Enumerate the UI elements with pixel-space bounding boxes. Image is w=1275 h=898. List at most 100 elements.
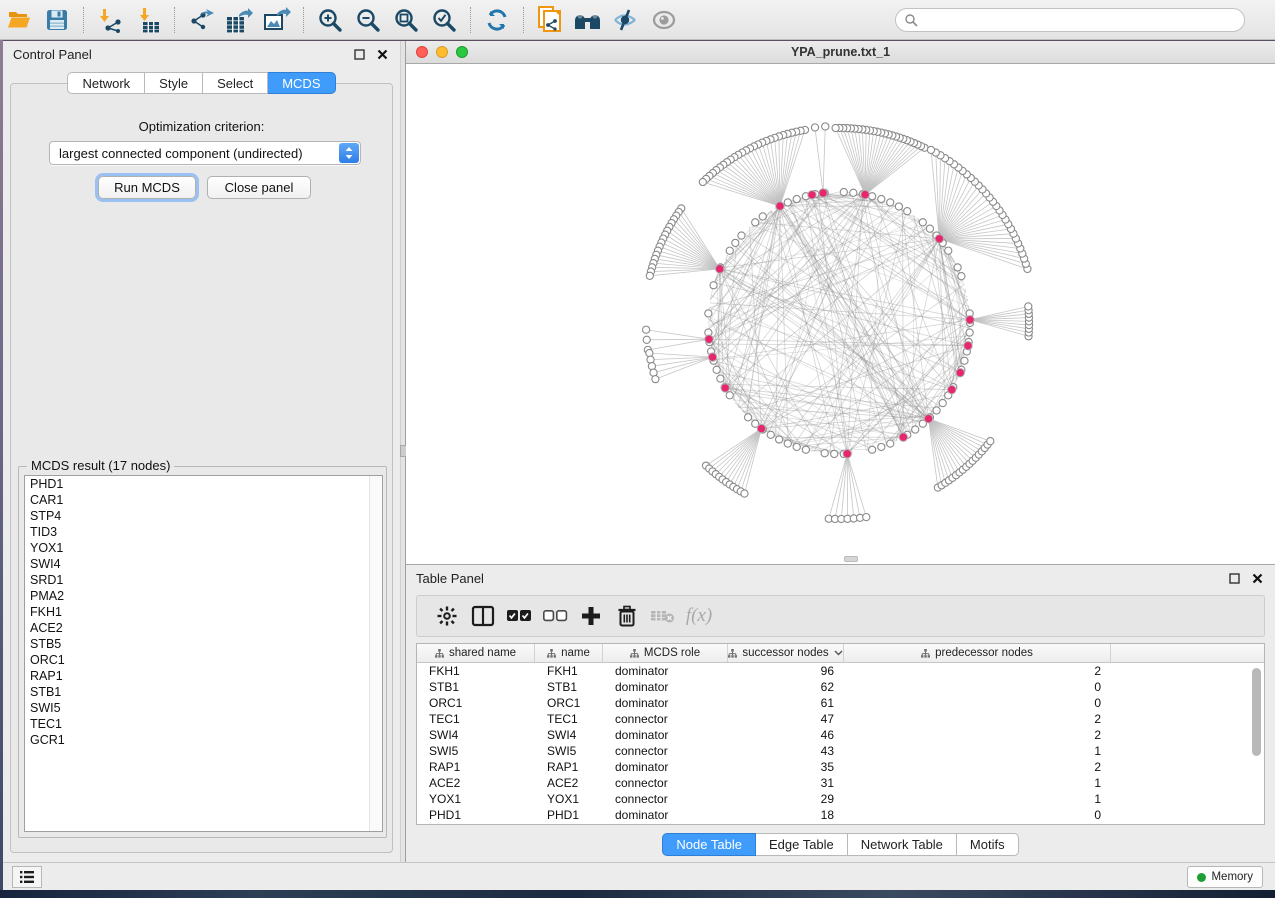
share-document-button[interactable]: [531, 3, 569, 37]
save-session-button[interactable]: [38, 3, 76, 37]
network-node[interactable]: [710, 282, 717, 289]
leaf-node[interactable]: [832, 124, 839, 131]
scrollbar-thumb[interactable]: [1252, 668, 1261, 756]
network-node[interactable]: [732, 239, 739, 246]
criterion-dropdown[interactable]: largest connected component (undirected): [49, 141, 361, 165]
search-network-button[interactable]: [569, 3, 607, 37]
apply-layout-button[interactable]: [478, 3, 516, 37]
network-node[interactable]: [869, 446, 876, 453]
table-row[interactable]: ACE2ACE2connector311: [417, 775, 1264, 791]
mcds-hub-node[interactable]: [716, 265, 724, 273]
network-node[interactable]: [831, 450, 838, 457]
leaf-node[interactable]: [647, 356, 654, 363]
tab-edge-table[interactable]: Edge Table: [756, 833, 848, 856]
mcds-hub-node[interactable]: [776, 202, 784, 210]
hide-selected-button[interactable]: [607, 3, 645, 37]
mcds-result-item[interactable]: ACE2: [25, 620, 382, 636]
network-node[interactable]: [887, 199, 894, 206]
tab-select[interactable]: Select: [203, 72, 268, 94]
mcds-hub-node[interactable]: [721, 384, 729, 392]
tab-network[interactable]: Network: [67, 72, 145, 94]
table-row[interactable]: STB1STB1dominator620: [417, 679, 1264, 695]
network-window-titlebar[interactable]: YPA_prune.txt_1: [406, 41, 1275, 64]
table-row[interactable]: PHD1PHD1dominator180: [417, 807, 1264, 823]
run-mcds-button[interactable]: Run MCDS: [98, 176, 196, 199]
network-node[interactable]: [767, 431, 774, 438]
tab-network-table[interactable]: Network Table: [848, 833, 957, 856]
mcds-result-item[interactable]: SWI4: [25, 556, 382, 572]
export-image-button[interactable]: [258, 3, 296, 37]
leaf-node[interactable]: [699, 178, 706, 185]
network-node[interactable]: [744, 414, 751, 421]
mcds-hub-node[interactable]: [924, 414, 932, 422]
mcds-result-item[interactable]: SRD1: [25, 572, 382, 588]
leaf-node[interactable]: [927, 146, 934, 153]
mcds-result-item[interactable]: RAP1: [25, 668, 382, 684]
mcds-hub-node[interactable]: [861, 190, 869, 198]
column-header-name[interactable]: name: [535, 644, 603, 662]
leaf-node[interactable]: [643, 336, 650, 343]
close-panel-icon[interactable]: [1250, 571, 1265, 586]
network-node[interactable]: [926, 225, 933, 232]
network-node[interactable]: [793, 195, 800, 202]
mcds-hub-node[interactable]: [757, 424, 765, 432]
mcds-result-item[interactable]: CAR1: [25, 492, 382, 508]
table-row[interactable]: RAP1RAP1dominator352: [417, 759, 1264, 775]
network-node[interactable]: [954, 264, 961, 271]
column-header-shared-name[interactable]: shared name: [417, 644, 535, 662]
mcds-result-item[interactable]: ORC1: [25, 652, 382, 668]
mcds-result-item[interactable]: STP4: [25, 508, 382, 524]
open-file-button[interactable]: [0, 3, 38, 37]
network-node[interactable]: [793, 443, 800, 450]
network-node[interactable]: [840, 188, 847, 195]
task-history-button[interactable]: [12, 866, 42, 888]
mcds-hub-node[interactable]: [935, 235, 943, 243]
select-all-button[interactable]: [501, 599, 537, 633]
network-node[interactable]: [784, 199, 791, 206]
tab-motifs[interactable]: Motifs: [957, 833, 1019, 856]
column-header-successor-nodes[interactable]: successor nodes: [728, 644, 844, 662]
zoom-in-button[interactable]: [311, 3, 349, 37]
mcds-result-item[interactable]: PHD1: [25, 476, 382, 492]
horizontal-splitter-grip[interactable]: [844, 556, 858, 562]
zoom-selected-button[interactable]: [425, 3, 463, 37]
table-row[interactable]: TEC1TEC1connector472: [417, 711, 1264, 727]
network-view-canvas[interactable]: [406, 64, 1275, 564]
close-panel-button[interactable]: Close panel: [207, 176, 311, 199]
mcds-hub-node[interactable]: [819, 189, 827, 197]
network-node[interactable]: [705, 310, 712, 317]
search-input[interactable]: [918, 13, 1244, 27]
mcds-hub-node[interactable]: [705, 335, 713, 343]
close-panel-icon[interactable]: [375, 47, 390, 62]
leaf-node[interactable]: [646, 349, 653, 356]
import-table-button[interactable]: [129, 3, 167, 37]
network-node[interactable]: [887, 440, 894, 447]
table-row[interactable]: SWI5SWI5connector431: [417, 743, 1264, 759]
network-node[interactable]: [939, 399, 946, 406]
leaf-node[interactable]: [863, 513, 870, 520]
mcds-result-item[interactable]: TID3: [25, 524, 382, 540]
mcds-result-item[interactable]: FKH1: [25, 604, 382, 620]
leaf-node[interactable]: [822, 123, 829, 130]
network-node[interactable]: [966, 329, 973, 336]
column-header-predecessor-nodes[interactable]: predecessor nodes: [844, 644, 1111, 662]
mcds-hub-node[interactable]: [964, 342, 972, 350]
network-node[interactable]: [850, 189, 857, 196]
table-row[interactable]: YOX1YOX1connector291: [417, 791, 1264, 807]
add-column-button[interactable]: [573, 599, 609, 633]
leaf-node[interactable]: [646, 272, 653, 279]
leaf-node[interactable]: [741, 490, 748, 497]
mcds-result-item[interactable]: STB5: [25, 636, 382, 652]
mcds-result-item[interactable]: SWI5: [25, 700, 382, 716]
network-node[interactable]: [717, 375, 724, 382]
table-scrollbar[interactable]: [1252, 666, 1261, 821]
mcds-result-item[interactable]: GCR1: [25, 732, 382, 748]
mcds-hub-node[interactable]: [843, 450, 851, 458]
table-row[interactable]: FKH1FKH1dominator962: [417, 663, 1264, 679]
network-graph[interactable]: [406, 64, 1275, 564]
tab-style[interactable]: Style: [145, 72, 203, 94]
delete-column-button[interactable]: [609, 599, 645, 633]
mcds-result-item[interactable]: TEC1: [25, 716, 382, 732]
import-network-button[interactable]: [91, 3, 129, 37]
network-node[interactable]: [945, 247, 952, 254]
